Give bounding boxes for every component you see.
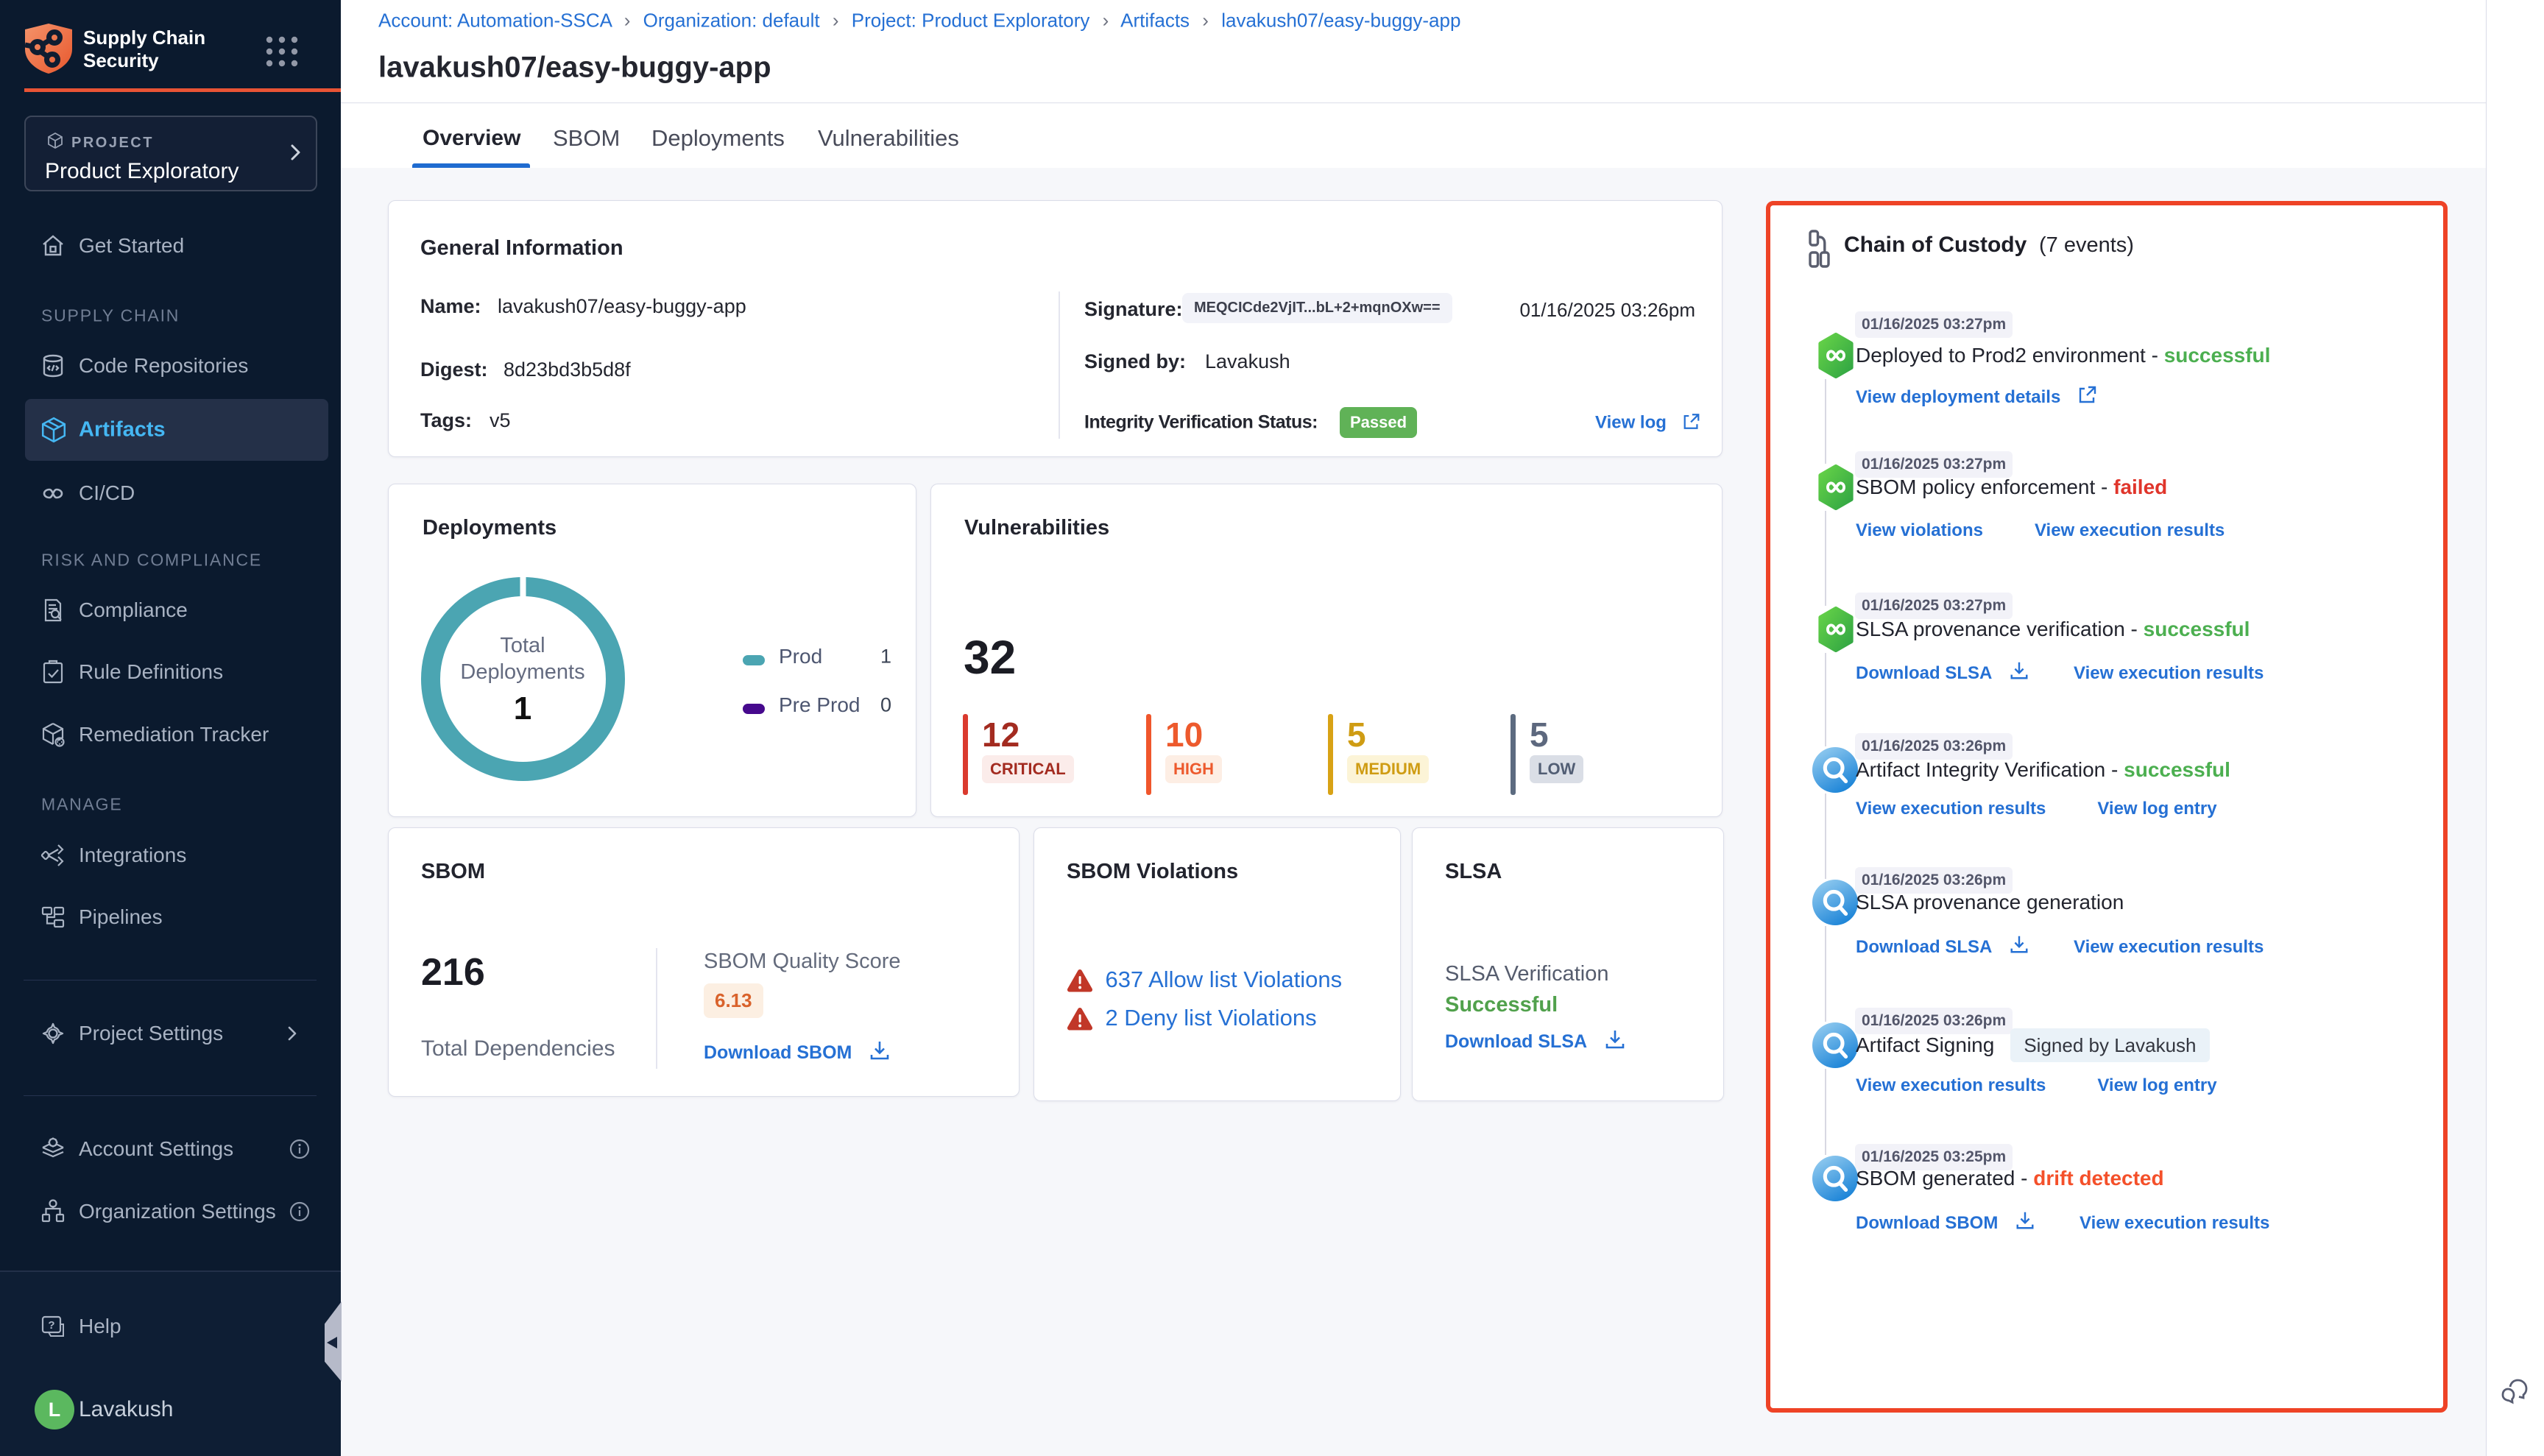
svg-text:?: ? bbox=[48, 1319, 54, 1332]
